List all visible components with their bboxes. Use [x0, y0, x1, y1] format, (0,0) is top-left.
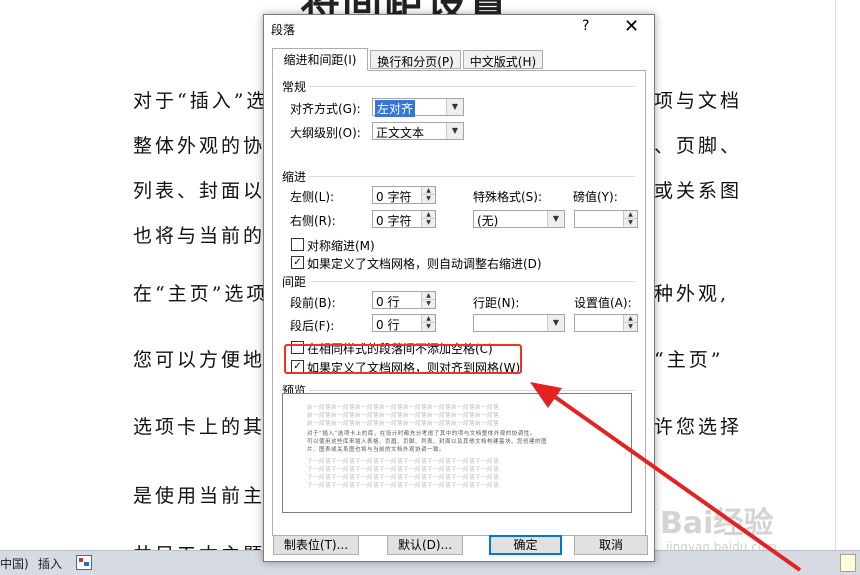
arrow-head — [530, 382, 562, 408]
arrow-shaft — [546, 390, 802, 572]
annotation-arrow — [530, 382, 802, 572]
tab-indents-spacing[interactable]: 缩进和间距(I) — [272, 48, 368, 71]
